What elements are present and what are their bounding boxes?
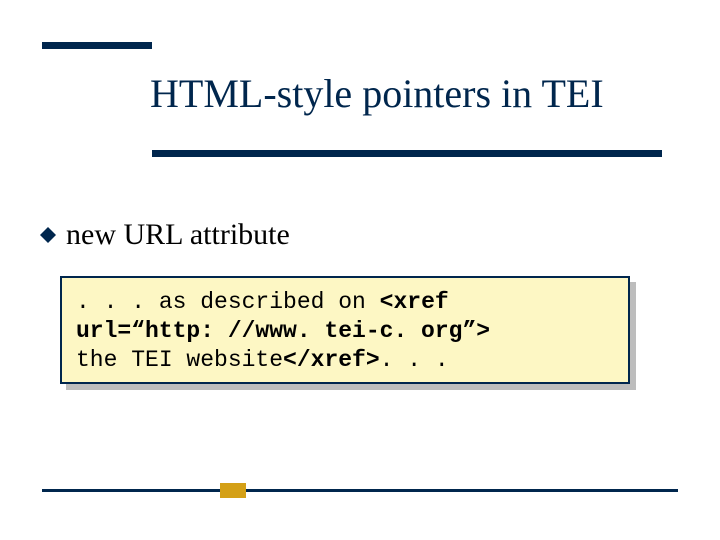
- code-tag-open: <xref: [380, 289, 449, 315]
- footer-divider: [42, 489, 678, 492]
- code-text-prefix: . . . as described on: [76, 289, 380, 315]
- code-text-suffix: . . .: [380, 347, 449, 373]
- footer-accent-block: [220, 483, 246, 498]
- code-tag-close: </xref>: [283, 347, 380, 373]
- bullet-text: new URL attribute: [66, 218, 290, 252]
- code-example: . . . as described on <xref url=“http: /…: [60, 276, 630, 384]
- code-line-3: the TEI website</xref>. . .: [76, 346, 614, 375]
- code-line-1: . . . as described on <xref: [76, 288, 614, 317]
- title-underline: [152, 150, 662, 157]
- decorative-top-bar: [42, 42, 152, 49]
- code-content-text: the TEI website: [76, 347, 283, 373]
- bullet-item: new URL attribute: [40, 218, 290, 252]
- code-line-2: url=“http: //www. tei-c. org”>: [76, 317, 614, 346]
- slide-title: HTML-style pointers in TEI: [150, 70, 604, 117]
- code-box: . . . as described on <xref url=“http: /…: [60, 276, 630, 384]
- diamond-bullet-icon: [40, 227, 56, 243]
